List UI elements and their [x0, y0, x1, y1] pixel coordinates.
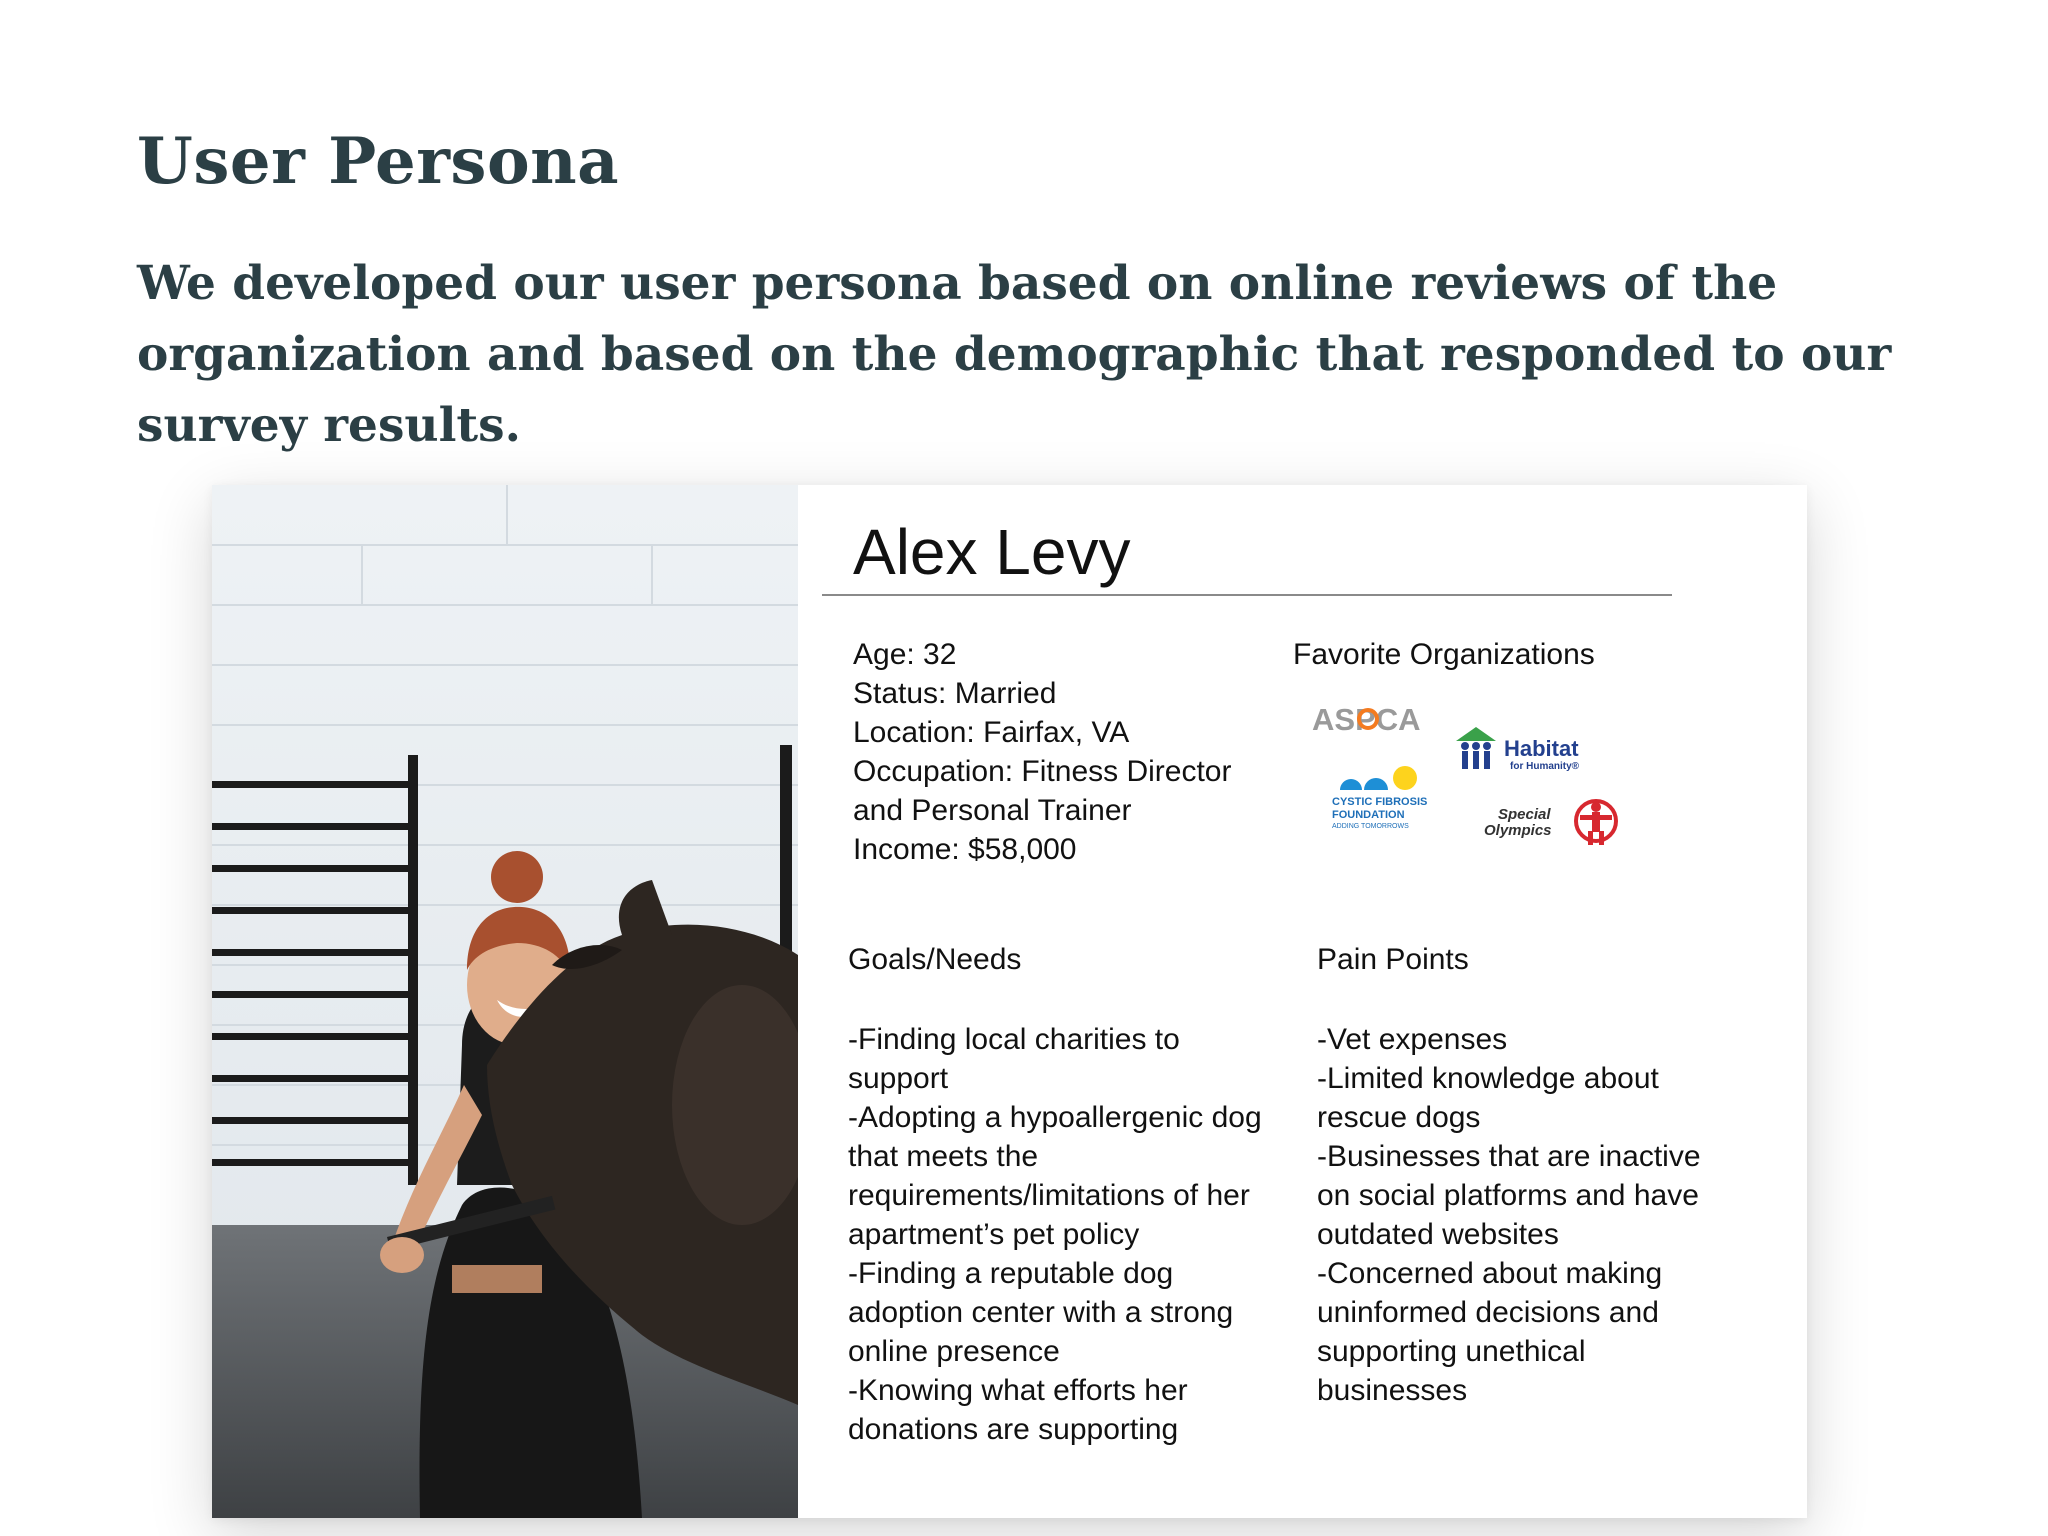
favorite-organizations-label: Favorite Organizations — [1293, 638, 1595, 671]
detail-location: Location: Fairfax, VA — [853, 716, 1130, 749]
detail-income: Income: $58,000 — [853, 833, 1077, 866]
list-item: -Finding a reputable dog adoption center… — [848, 1257, 1234, 1368]
goals-list: -Finding local charities to support -Ado… — [848, 1020, 1268, 1449]
list-item: -Knowing what efforts her donations are … — [848, 1374, 1188, 1446]
persona-details: Age: 32 Status: Married Location: Fairfa… — [853, 635, 1231, 869]
aspca-logo: ASPCA — [1312, 702, 1421, 737]
organization-logos: ASPCA Habitat for Humanity® CYSTIC FIBRO… — [1312, 700, 1692, 880]
pain-points-list: -Vet expenses -Limited knowledge about r… — [1317, 1020, 1737, 1410]
detail-occupation: Occupation: Fitness Director — [853, 755, 1232, 788]
habitat-sub-text: for Humanity® — [1510, 761, 1580, 772]
pain-points-heading: Pain Points — [1317, 943, 1469, 976]
persona-card: Alex Levy Age: 32 Status: Married Locati… — [212, 485, 1807, 1518]
special-line2-text: Olympics — [1484, 822, 1552, 839]
list-item: -Limited knowledge about rescue dogs — [1317, 1062, 1659, 1134]
detail-occupation-cont: and Personal Trainer — [853, 794, 1132, 827]
persona-photo — [212, 485, 798, 1518]
list-item: -Finding local charities to support — [848, 1023, 1180, 1095]
habitat-main-text: Habitat — [1504, 736, 1579, 761]
page-title: User Persona — [137, 124, 620, 199]
name-divider — [822, 594, 1672, 596]
list-item: -Vet expenses — [1317, 1023, 1508, 1056]
detail-status: Status: Married — [853, 677, 1057, 710]
list-item: -Businesses that are inactive on social … — [1317, 1140, 1701, 1251]
detail-age: Age: 32 — [853, 638, 957, 671]
special-line1-text: Special — [1498, 806, 1551, 823]
persona-name: Alex Levy — [853, 516, 1131, 588]
habitat-logo: Habitat for Humanity® — [1456, 727, 1580, 772]
cf-line3-text: ADDING TOMORROWS — [1332, 823, 1409, 830]
goals-heading: Goals/Needs — [848, 943, 1022, 976]
aspca-logo-text: ASPCA — [1312, 702, 1421, 737]
page-subtitle: We developed our user persona based on o… — [137, 256, 1892, 453]
cf-line1-text: CYSTIC FIBROSIS — [1332, 796, 1427, 808]
cystic-fibrosis-logo: CYSTIC FIBROSIS FOUNDATION ADDING TOMORR… — [1332, 766, 1427, 830]
list-item: -Adopting a hypoallergenic dog that meet… — [848, 1101, 1262, 1251]
cf-line2-text: FOUNDATION — [1332, 809, 1405, 821]
special-olympics-logo: Special Olympics — [1484, 799, 1618, 845]
list-item: -Concerned about making uninformed decis… — [1317, 1257, 1663, 1407]
